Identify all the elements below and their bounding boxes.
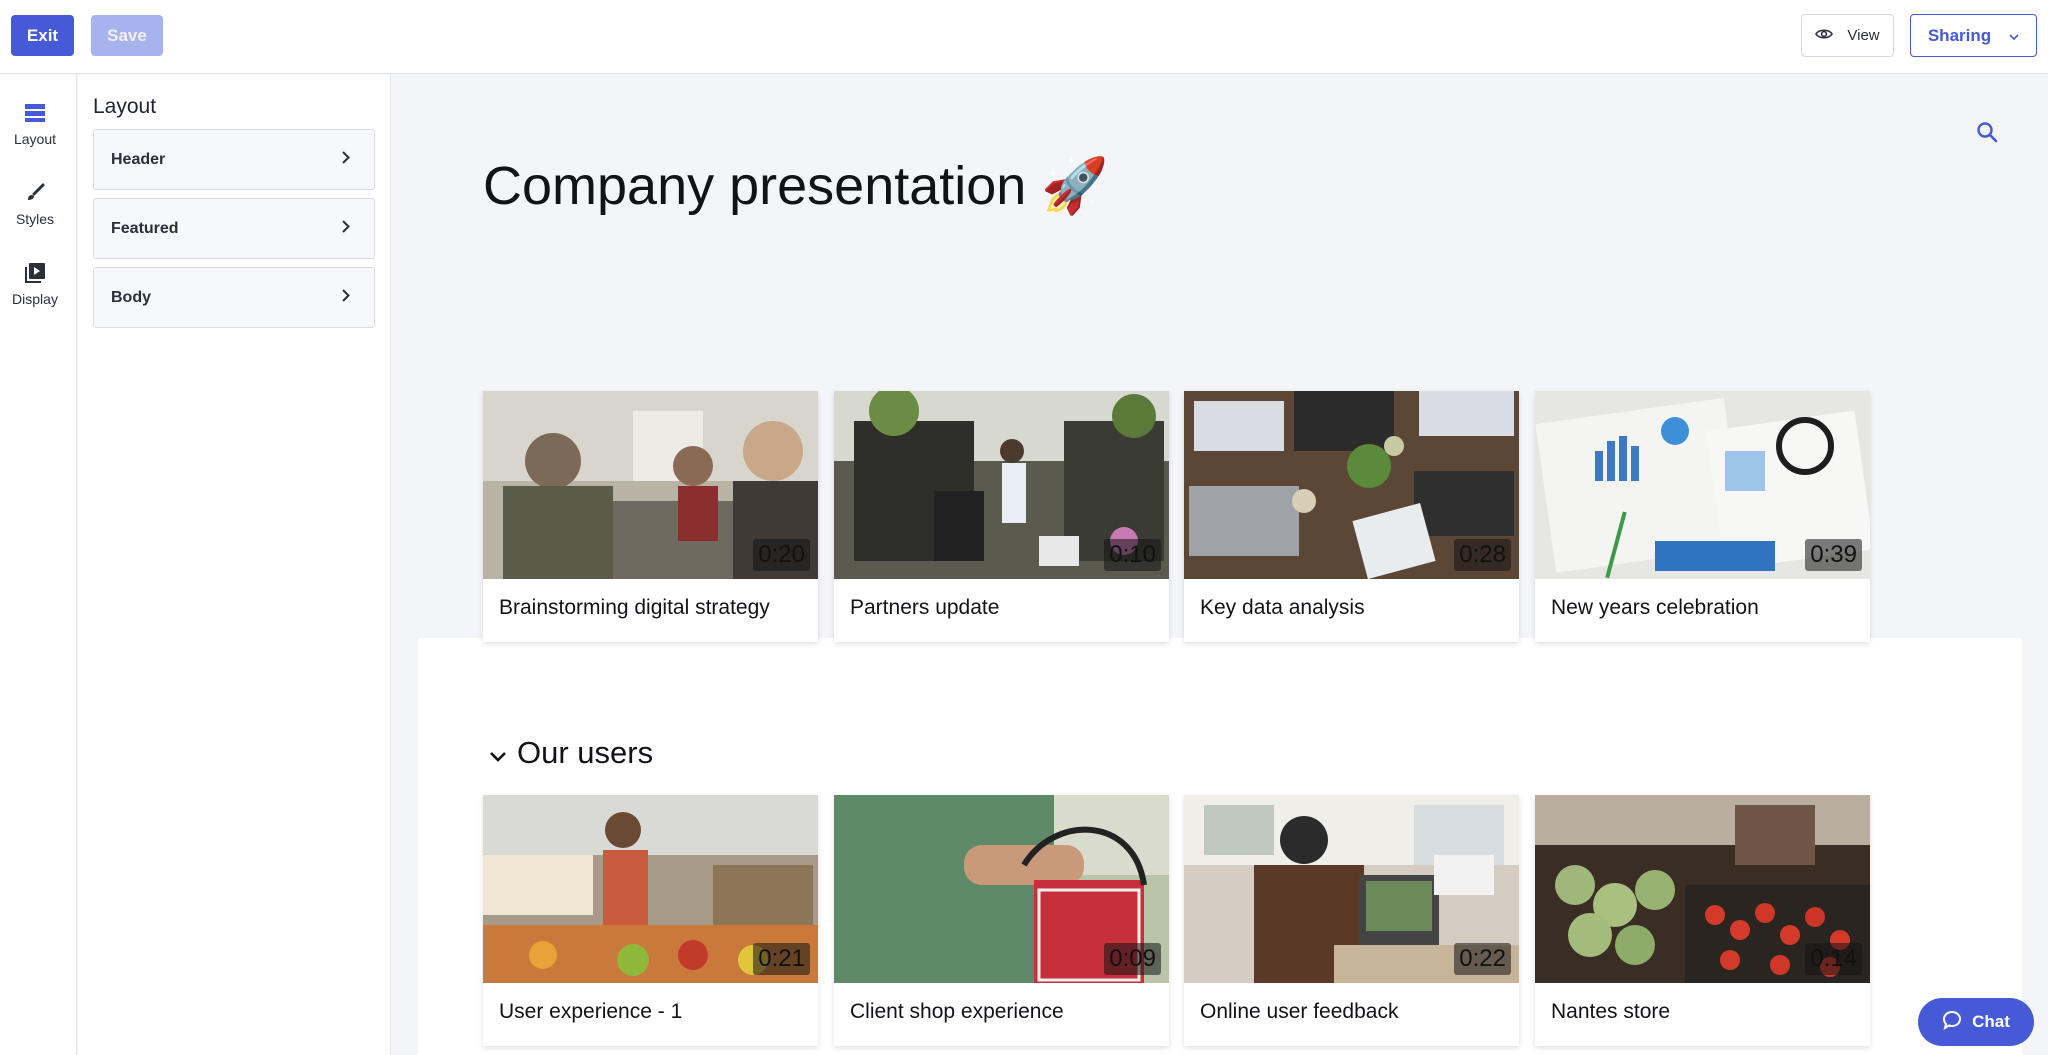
- duration-badge: 0:22: [1454, 943, 1511, 975]
- video-thumbnail: 0:20: [483, 391, 818, 579]
- sharing-dropdown[interactable]: Sharing: [1910, 14, 2037, 57]
- layout-icon: [23, 101, 47, 125]
- top-bar: Exit Save View Sharing: [0, 0, 2048, 74]
- chevron-down-icon: [489, 735, 507, 771]
- duration-badge: 0:21: [753, 943, 810, 975]
- accordion-label: Header: [111, 150, 166, 168]
- rail-item-styles[interactable]: Styles: [0, 181, 70, 241]
- sharing-label: Sharing: [1927, 25, 1992, 45]
- duration-badge: 0:10: [1104, 539, 1161, 571]
- rail-item-display[interactable]: Display: [0, 261, 70, 321]
- video-thumbnail: 0:21: [483, 795, 818, 983]
- chat-button[interactable]: Chat: [1918, 998, 2034, 1046]
- rail-item-label: Display: [12, 291, 58, 307]
- view-button[interactable]: View: [1801, 14, 1894, 57]
- video-card[interactable]: 0:10 Partners update: [834, 391, 1169, 642]
- video-title: Key data analysis: [1200, 596, 1365, 619]
- video-card[interactable]: 0:22 Online user feedback: [1184, 795, 1519, 1046]
- video-card[interactable]: 0:20 Brainstorming digital strategy: [483, 391, 818, 642]
- video-library-icon: [23, 261, 47, 285]
- chevron-right-icon: [342, 150, 350, 169]
- brush-icon: [23, 181, 47, 205]
- chevron-down-icon: [2009, 26, 2019, 46]
- video-card[interactable]: 0:09 Client shop experience: [834, 795, 1169, 1046]
- accordion-body[interactable]: Body: [93, 267, 375, 328]
- rail-item-layout[interactable]: Layout: [0, 101, 70, 161]
- video-title: Client shop experience: [850, 1000, 1064, 1023]
- save-button[interactable]: Save: [91, 15, 163, 56]
- section-title: Our users: [517, 735, 654, 770]
- video-title: Nantes store: [1551, 1000, 1671, 1023]
- video-thumbnail: 0:39: [1535, 391, 1870, 579]
- video-card[interactable]: 0:21 User experience - 1: [483, 795, 818, 1046]
- duration-badge: 0:09: [1104, 943, 1161, 975]
- video-title: Online user feedback: [1200, 1000, 1399, 1023]
- duration-badge: 0:20: [753, 539, 810, 571]
- view-label: View: [1847, 27, 1880, 44]
- section-header-our-users[interactable]: Our users: [489, 735, 653, 771]
- rail-item-label: Layout: [13, 131, 57, 147]
- video-thumbnail: 0:14: [1535, 795, 1870, 983]
- duration-badge: 0:14: [1805, 943, 1862, 975]
- duration-badge: 0:39: [1805, 539, 1862, 571]
- rail-item-label: Styles: [15, 211, 55, 227]
- video-thumbnail: 0:28: [1184, 391, 1519, 579]
- video-thumbnail: 0:22: [1184, 795, 1519, 983]
- video-title: Brainstorming digital strategy: [499, 596, 770, 619]
- layout-panel: Layout Header Featured Body: [78, 75, 391, 1055]
- accordion-header[interactable]: Header: [93, 129, 375, 190]
- video-thumbnail: 0:10: [834, 391, 1169, 579]
- video-card[interactable]: 0:14 Nantes store: [1535, 795, 1870, 1046]
- video-title: New years celebration: [1551, 596, 1759, 619]
- duration-badge: 0:28: [1454, 539, 1511, 571]
- exit-button[interactable]: Exit: [11, 15, 74, 56]
- accordion-label: Body: [111, 288, 151, 306]
- video-thumbnail: 0:09: [834, 795, 1169, 983]
- icon-rail: Layout Styles Display: [0, 75, 77, 1055]
- page-preview: Company presentation 🚀 0:20 Brainstormin…: [392, 75, 2048, 1055]
- chat-label: Chat: [1972, 1012, 2010, 1031]
- video-title: User experience - 1: [499, 1000, 683, 1023]
- eye-icon: [1815, 27, 1834, 44]
- accordion-label: Featured: [111, 219, 179, 237]
- video-title: Partners update: [850, 596, 1000, 619]
- accordion-featured[interactable]: Featured: [93, 198, 375, 259]
- page-title: Company presentation 🚀: [483, 156, 1109, 216]
- panel-title: Layout: [93, 95, 157, 118]
- chevron-right-icon: [342, 219, 350, 238]
- chevron-right-icon: [342, 288, 350, 307]
- search-icon[interactable]: [1976, 121, 2002, 147]
- video-card[interactable]: 0:39 New years celebration: [1535, 391, 1870, 642]
- chat-bubble-icon: [1942, 1010, 1962, 1035]
- video-card[interactable]: 0:28 Key data analysis: [1184, 391, 1519, 642]
